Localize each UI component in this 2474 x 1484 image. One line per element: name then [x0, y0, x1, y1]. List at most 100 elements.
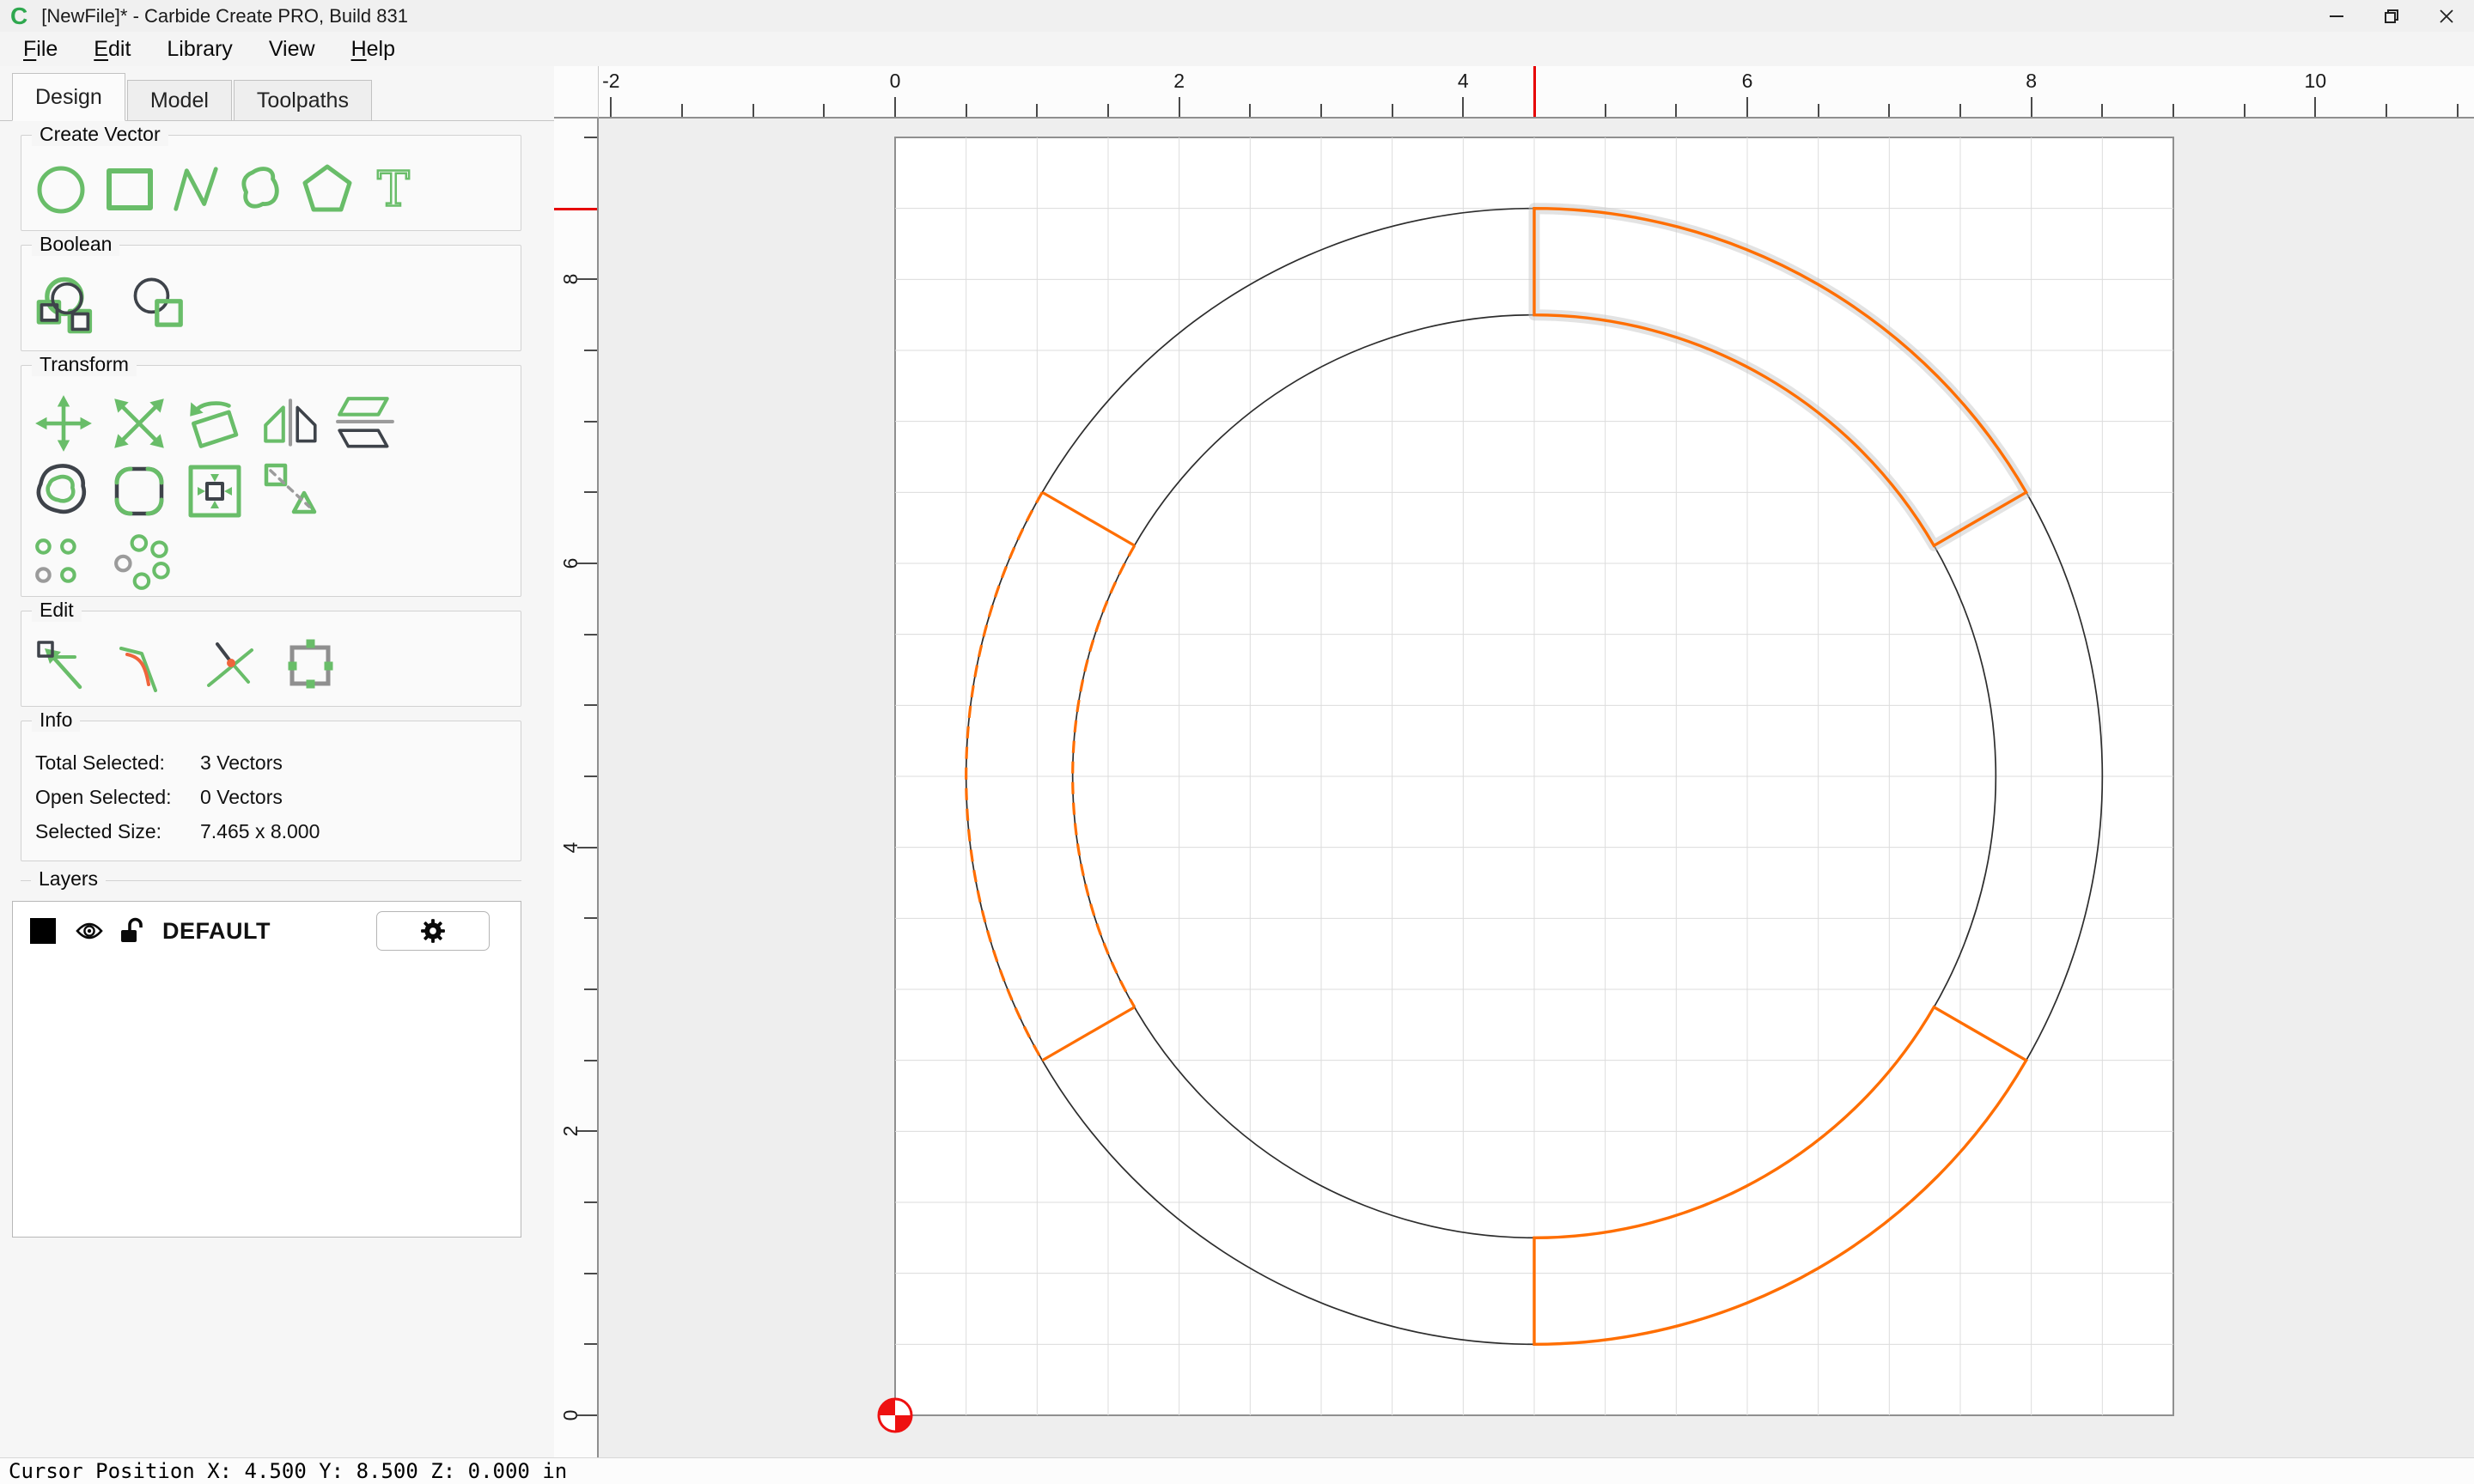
boolean-tools: [21, 246, 521, 350]
rotate-tool[interactable]: [183, 392, 247, 455]
job-origin-marker: [879, 1399, 911, 1432]
ruler-corner: [554, 66, 599, 119]
vertical-ruler: 02468: [554, 119, 599, 1457]
info-row-open: Open Selected: 0 Vectors: [35, 780, 521, 814]
h-ruler-tick: [1959, 104, 1961, 117]
design-canvas[interactable]: [599, 119, 2474, 1457]
scale-tool[interactable]: [107, 392, 171, 455]
v-ruler-tick: [584, 137, 597, 138]
total-selected-label: Total Selected:: [35, 745, 200, 780]
h-ruler-tick: [2457, 104, 2459, 117]
transform-group: Transform: [21, 365, 521, 597]
h-ruler-number: 6: [1742, 70, 1753, 93]
h-ruler-tick: [1888, 104, 1890, 117]
v-ruler-number: 0: [554, 1396, 589, 1434]
tab-design[interactable]: Design: [12, 73, 125, 121]
layer-settings-button[interactable]: [376, 911, 490, 951]
h-ruler-tick: [1320, 104, 1322, 117]
selected-size-value: 7.465 x 8.000: [200, 814, 320, 848]
h-ruler-tick: [1249, 104, 1251, 117]
h-ruler-cursor-marker: [1533, 66, 1536, 117]
close-button[interactable]: [2419, 0, 2474, 32]
menu-library[interactable]: Library: [149, 33, 250, 65]
h-ruler-tick: [610, 97, 612, 117]
create-vector-tools: T: [21, 136, 521, 230]
boolean-subtract-icon: [128, 275, 193, 337]
layer-color-swatch[interactable]: [30, 918, 56, 944]
v-ruler-tick: [584, 1343, 597, 1345]
edit-tools: [21, 611, 521, 706]
v-ruler-tick: [584, 634, 597, 636]
curve-tool[interactable]: [235, 161, 288, 216]
transform-label: Transform: [32, 353, 137, 376]
h-ruler-number: 0: [890, 70, 901, 93]
fillet-icon: [116, 637, 176, 694]
h-ruler-tick: [2314, 97, 2316, 117]
restore-button[interactable]: [2364, 0, 2419, 32]
title-bar: C [NewFile]* - Carbide Create PRO, Build…: [0, 0, 2474, 32]
resize-handles-tool[interactable]: [281, 637, 341, 694]
boolean-subtract-tool[interactable]: [128, 275, 193, 337]
v-ruler-tick: [584, 917, 597, 919]
h-ruler-tick: [1179, 97, 1180, 117]
trim-tool[interactable]: [198, 637, 259, 694]
v-ruler-tick: [584, 1273, 597, 1274]
text-tool[interactable]: T: [367, 161, 420, 216]
fillet-tool[interactable]: [116, 637, 176, 694]
mirror-vertical-icon: [334, 392, 398, 455]
linear-array-icon: [32, 535, 85, 588]
mirror-vertical-tool[interactable]: [334, 392, 398, 455]
round-corners-tool[interactable]: [107, 460, 171, 522]
trim-icon: [198, 637, 259, 694]
offset-tool[interactable]: [32, 460, 95, 522]
menu-edit[interactable]: Edit: [76, 33, 149, 65]
inset-tool[interactable]: [183, 460, 247, 522]
polyline-icon: [169, 161, 222, 216]
v-ruler-number: 6: [554, 544, 589, 582]
restore-icon: [2382, 7, 2401, 26]
boolean-union-tool[interactable]: [34, 275, 99, 337]
rectangle-tool[interactable]: [102, 161, 157, 216]
tab-toolpaths[interactable]: Toolpaths: [234, 80, 372, 120]
menu-help[interactable]: Help: [333, 33, 413, 65]
menu-file[interactable]: File: [5, 33, 76, 65]
open-selected-value: 0 Vectors: [200, 780, 283, 814]
v-ruler-cursor-marker: [554, 208, 597, 210]
circular-array-tool[interactable]: [113, 531, 176, 593]
layers-header: Layers: [21, 880, 521, 889]
layer-unlocked-icon[interactable]: [119, 917, 145, 945]
open-selected-label: Open Selected:: [35, 780, 200, 814]
menu-view[interactable]: View: [251, 33, 333, 65]
minimize-button[interactable]: [2309, 0, 2364, 32]
transform-tools-row3: [21, 527, 521, 596]
h-ruler-tick: [1605, 104, 1606, 117]
gear-icon: [420, 918, 446, 944]
edit-group: Edit: [21, 611, 521, 707]
v-ruler-tick: [584, 775, 597, 777]
h-ruler-tick: [823, 104, 825, 117]
v-ruler-tick: [584, 704, 597, 706]
h-ruler-tick: [2244, 104, 2245, 117]
app-logo-icon: C: [10, 4, 27, 28]
move-tool[interactable]: [32, 392, 95, 455]
node-edit-tool[interactable]: [34, 637, 94, 694]
h-ruler-number: 4: [1458, 70, 1469, 93]
polyline-tool[interactable]: [169, 161, 222, 216]
layer-row-default[interactable]: DEFAULT: [13, 902, 521, 952]
design-sidebar: Design Model Toolpaths Create Vector T: [0, 66, 554, 1457]
align-tool[interactable]: [259, 460, 322, 522]
circle-tool[interactable]: [35, 161, 90, 216]
total-selected-value: 3 Vectors: [200, 745, 283, 780]
info-body: Total Selected: 3 Vectors Open Selected:…: [21, 721, 521, 861]
transform-tools-row1: [21, 366, 521, 455]
h-ruler-tick: [681, 104, 683, 117]
edit-label: Edit: [32, 599, 82, 622]
h-ruler-tick: [1036, 104, 1038, 117]
mirror-horizontal-tool[interactable]: [259, 392, 322, 455]
layer-visibility-eye-icon[interactable]: [75, 921, 104, 941]
polygon-tool[interactable]: [300, 161, 355, 216]
linear-array-tool[interactable]: [32, 535, 85, 588]
tab-model[interactable]: Model: [127, 80, 232, 120]
main-tabs: Design Model Toolpaths: [0, 66, 554, 121]
cursor-position-readout: Cursor Position X: 4.500 Y: 8.500 Z: 0.0…: [9, 1459, 567, 1483]
